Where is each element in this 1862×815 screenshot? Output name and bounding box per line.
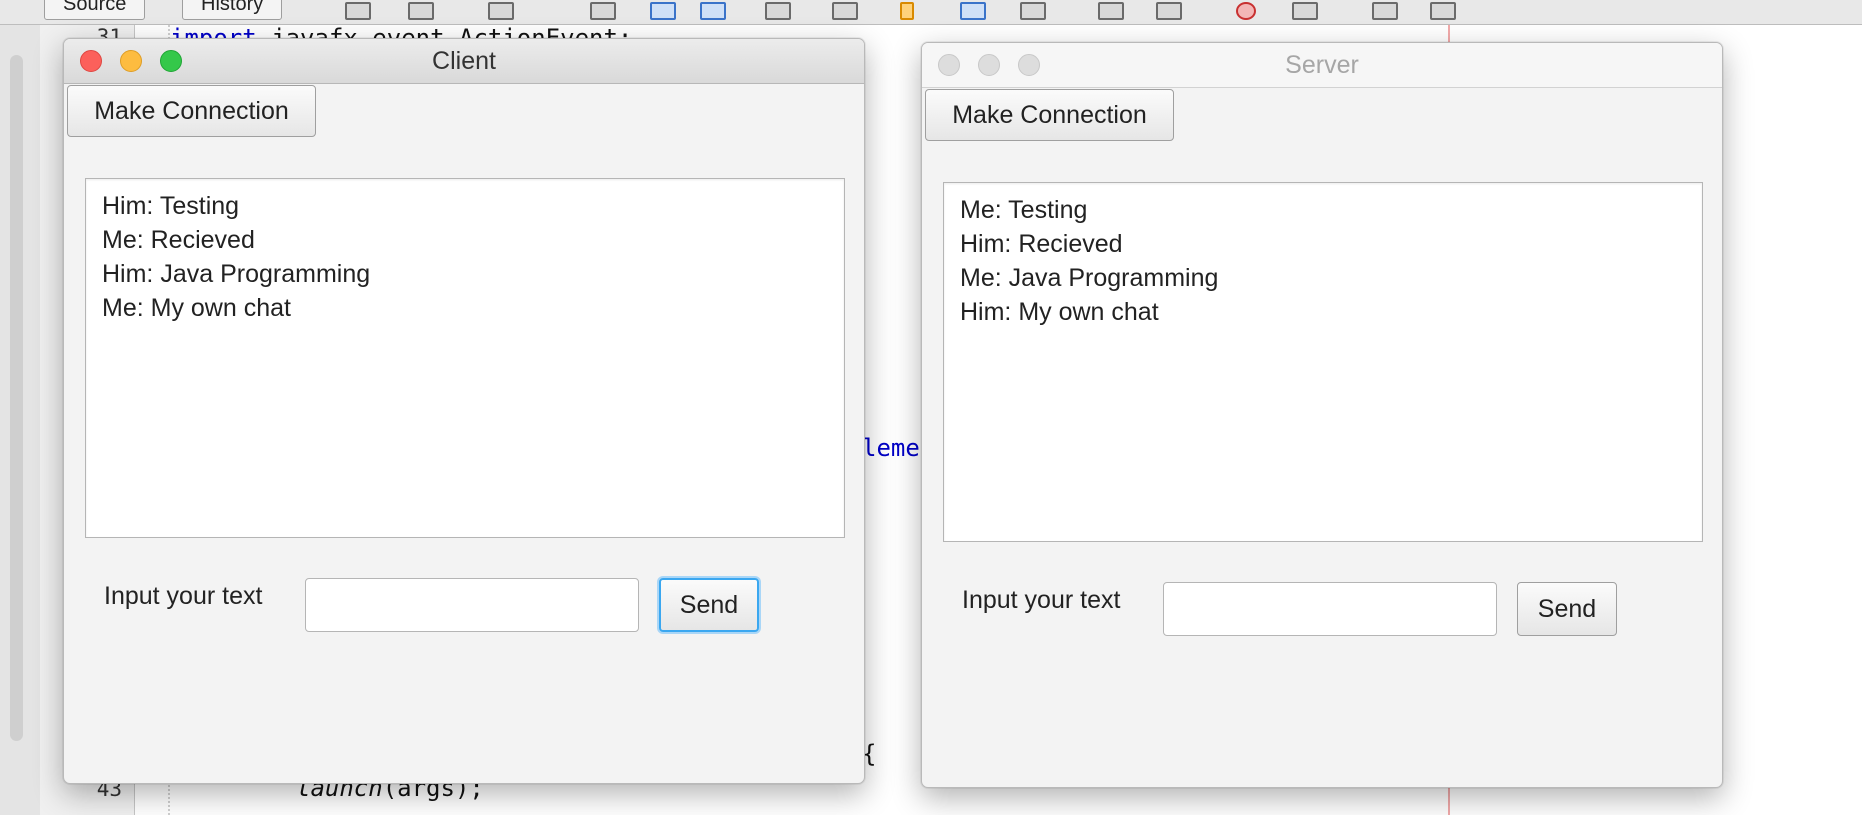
chat-history[interactable]: Him: Testing Me: Recieved Him: Java Prog… xyxy=(85,178,845,538)
code-fragment: leme xyxy=(862,434,920,462)
code-keyword: leme xyxy=(862,434,920,462)
toolbar-edit-icon[interactable] xyxy=(488,2,514,20)
bookmark-icon[interactable] xyxy=(900,2,914,20)
search-icon[interactable] xyxy=(590,2,616,20)
toolbar-back-icon[interactable] xyxy=(345,2,371,20)
toggle-highlight-icon[interactable] xyxy=(765,2,791,20)
record-macro-icon[interactable] xyxy=(1236,2,1256,20)
send-button[interactable]: Send xyxy=(659,578,759,632)
vertical-scrollbar[interactable] xyxy=(10,55,23,741)
window-title: Server xyxy=(1285,51,1359,79)
find-previous-icon[interactable] xyxy=(650,2,676,20)
message-input[interactable] xyxy=(305,578,639,632)
tab-source[interactable]: Source xyxy=(44,0,146,20)
shift-right-icon[interactable] xyxy=(1020,2,1046,20)
message-input[interactable] xyxy=(1163,582,1497,636)
chat-message: Me: Testing xyxy=(960,196,1088,224)
comment-icon[interactable] xyxy=(1098,2,1124,20)
chat-message: Me: Recieved xyxy=(102,226,255,254)
chat-message: Him: Testing xyxy=(102,192,240,220)
stop-macro-icon[interactable] xyxy=(1292,2,1318,20)
ide-left-panel xyxy=(0,25,41,815)
input-label: Input your text xyxy=(962,586,1121,614)
chat-message: Me: My own chat xyxy=(102,294,291,322)
window-title: Client xyxy=(432,47,496,75)
toolbar-select-icon[interactable] xyxy=(832,2,858,20)
toolbar-forward-icon[interactable] xyxy=(408,2,434,20)
chat-history[interactable]: Me: Testing Him: Recieved Me: Java Progr… xyxy=(943,182,1703,542)
server-titlebar[interactable]: Server xyxy=(922,43,1722,88)
server-window: Server Make Connection Me: Testing Him: … xyxy=(921,42,1723,788)
client-titlebar[interactable]: Client xyxy=(64,39,864,84)
find-next-icon[interactable] xyxy=(700,2,726,20)
ide-toolbar: Source History xyxy=(0,0,1862,25)
tab-history[interactable]: History xyxy=(182,0,283,20)
chat-message: Me: Java Programming xyxy=(960,264,1219,292)
chat-message: Him: Recieved xyxy=(960,230,1123,258)
chat-message: Him: Java Programming xyxy=(102,260,371,288)
diff-icon[interactable] xyxy=(1372,2,1398,20)
send-button[interactable]: Send xyxy=(1517,582,1617,636)
make-connection-button[interactable]: Make Connection xyxy=(67,85,316,137)
make-connection-button[interactable]: Make Connection xyxy=(925,89,1174,141)
shift-left-icon[interactable] xyxy=(960,2,986,20)
input-label: Input your text xyxy=(104,582,263,610)
format-icon[interactable] xyxy=(1430,2,1456,20)
uncomment-icon[interactable] xyxy=(1156,2,1182,20)
chat-message: Him: My own chat xyxy=(960,298,1159,326)
client-window: Client Make Connection Him: Testing Me: … xyxy=(63,38,865,784)
